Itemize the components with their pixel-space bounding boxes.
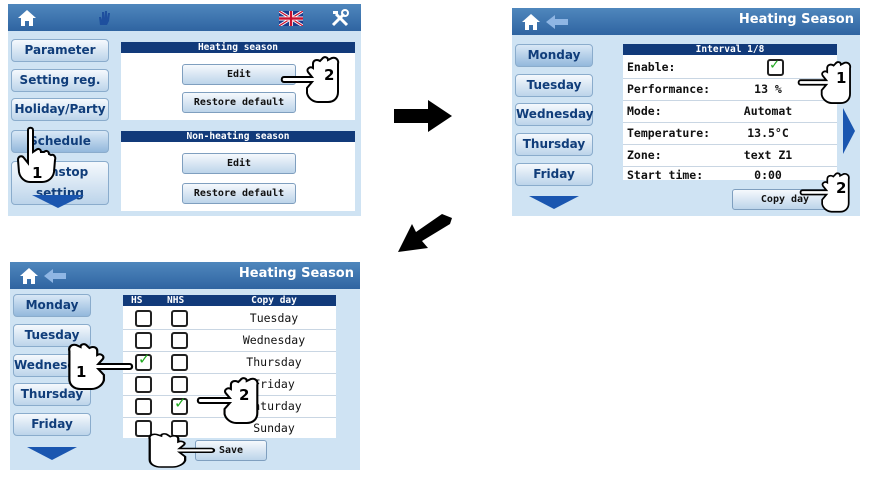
- day-thursday[interactable]: Thursday: [515, 133, 593, 156]
- pointer-hand-icon: 2: [280, 52, 350, 106]
- page-title: Heating Season: [238, 266, 354, 281]
- screen-copy-day: Heating Season Monday Tuesday Wednesday …: [10, 262, 360, 470]
- hs-column-header: HS: [131, 295, 143, 306]
- row-label: Mode:: [627, 104, 662, 118]
- arrow-right-icon: [394, 100, 452, 132]
- zone-row[interactable]: Zone: text Z1: [623, 145, 837, 167]
- row-label: Enable:: [627, 60, 676, 74]
- pointer-hand-icon: 1: [14, 126, 60, 186]
- row-label: Start time:: [627, 168, 704, 182]
- hs-checkbox[interactable]: [135, 332, 152, 349]
- nhs-checkbox[interactable]: [171, 310, 188, 327]
- interval-header: Interval 1/8: [623, 44, 837, 55]
- check-icon: ✓: [770, 55, 780, 73]
- nhs-checkbox[interactable]: [171, 332, 188, 349]
- row-label: Temperature:: [627, 126, 711, 140]
- panel-title: Non-heating season: [121, 131, 355, 142]
- hand-number: 1: [836, 69, 847, 87]
- non-heating-season-panel: Non-heating season Edit Restore default: [121, 131, 355, 211]
- tools-icon[interactable]: [330, 8, 350, 28]
- top-bar: Heating Season: [10, 262, 360, 289]
- edit-button[interactable]: Edit: [182, 64, 296, 85]
- screen-interval-settings: Heating Season Monday Tuesday Wednesday …: [512, 8, 860, 216]
- nhs-checkbox[interactable]: [171, 376, 188, 393]
- row-label: Zone:: [627, 148, 662, 162]
- copy-day-label: Tuesday: [249, 311, 299, 325]
- scroll-right-icon[interactable]: [841, 106, 857, 156]
- pointer-hand-icon: 2: [799, 168, 859, 216]
- pointer-hand-icon: [136, 430, 216, 470]
- scroll-down-icon[interactable]: [25, 445, 79, 461]
- screen-main-menu: Parameter Setting reg. Holiday/Party Sch…: [8, 4, 361, 216]
- day-wednesday[interactable]: Wednesday: [515, 103, 594, 126]
- copy-row-thursday: ✓ Thursday: [123, 352, 336, 374]
- restore-default-button[interactable]: Restore default: [182, 183, 296, 204]
- pointer-hand-icon: 1: [56, 339, 134, 393]
- home-icon[interactable]: [520, 12, 542, 32]
- hand-number: 2: [239, 386, 250, 404]
- sidebar-item-holiday-party[interactable]: Holiday/Party: [11, 98, 109, 121]
- arrow-down-left-icon: [398, 214, 452, 252]
- home-icon[interactable]: [18, 266, 40, 286]
- copy-day-header: HS NHS Copy day: [123, 295, 336, 306]
- hs-checkbox[interactable]: [135, 310, 152, 327]
- home-icon[interactable]: [16, 8, 38, 28]
- sidebar-item-setting-reg[interactable]: Setting reg.: [11, 69, 109, 92]
- check-icon: ✓: [138, 350, 151, 368]
- row-label: Performance:: [627, 82, 711, 96]
- day-tuesday[interactable]: Tuesday: [515, 74, 593, 97]
- hs-checkbox[interactable]: [135, 376, 152, 393]
- day-monday[interactable]: Monday: [13, 294, 91, 317]
- back-arrow-icon[interactable]: [544, 14, 570, 30]
- nhs-checkbox[interactable]: [171, 354, 188, 371]
- top-bar: [8, 4, 361, 31]
- sidebar-item-parameter[interactable]: Parameter: [11, 39, 109, 62]
- row-value: 13.5°C: [747, 126, 789, 140]
- hs-checkbox[interactable]: ✓: [135, 350, 152, 371]
- pointer-hand-icon: 2: [196, 373, 270, 427]
- day-friday[interactable]: Friday: [515, 163, 593, 186]
- copy-day-label: Thursday: [246, 355, 302, 369]
- hand-icon: [99, 11, 110, 25]
- day-friday[interactable]: Friday: [13, 413, 91, 436]
- hand-number: 1: [32, 164, 43, 182]
- copy-day-column-header: Copy day: [251, 295, 297, 306]
- copy-row-tuesday: Tuesday: [123, 308, 336, 330]
- check-icon: ✓: [174, 394, 187, 412]
- hs-checkbox[interactable]: [135, 398, 152, 415]
- enable-checkbox[interactable]: ✓: [767, 55, 784, 76]
- copy-day-label: Wednesday: [242, 333, 306, 347]
- uk-flag-icon[interactable]: [279, 11, 303, 26]
- scroll-down-icon[interactable]: [527, 194, 581, 210]
- back-arrow-icon[interactable]: [42, 268, 68, 284]
- nhs-column-header: NHS: [167, 295, 185, 306]
- page-title: Heating Season: [738, 12, 854, 27]
- day-monday[interactable]: Monday: [515, 44, 593, 67]
- temperature-row[interactable]: Temperature: 13.5°C: [623, 123, 837, 145]
- restore-default-button[interactable]: Restore default: [182, 92, 296, 113]
- pointer-hand-icon: 1: [797, 56, 860, 108]
- copy-row-wednesday: Wednesday: [123, 330, 336, 352]
- edit-button[interactable]: Edit: [182, 153, 296, 174]
- nhs-checkbox[interactable]: ✓: [171, 394, 188, 415]
- top-bar: Heating Season: [512, 8, 860, 35]
- hand-number: 1: [76, 363, 87, 381]
- row-value: text Z1: [743, 148, 793, 162]
- hand-number: 2: [836, 179, 847, 197]
- hand-number: 2: [324, 66, 335, 84]
- scroll-down-icon[interactable]: [30, 193, 86, 209]
